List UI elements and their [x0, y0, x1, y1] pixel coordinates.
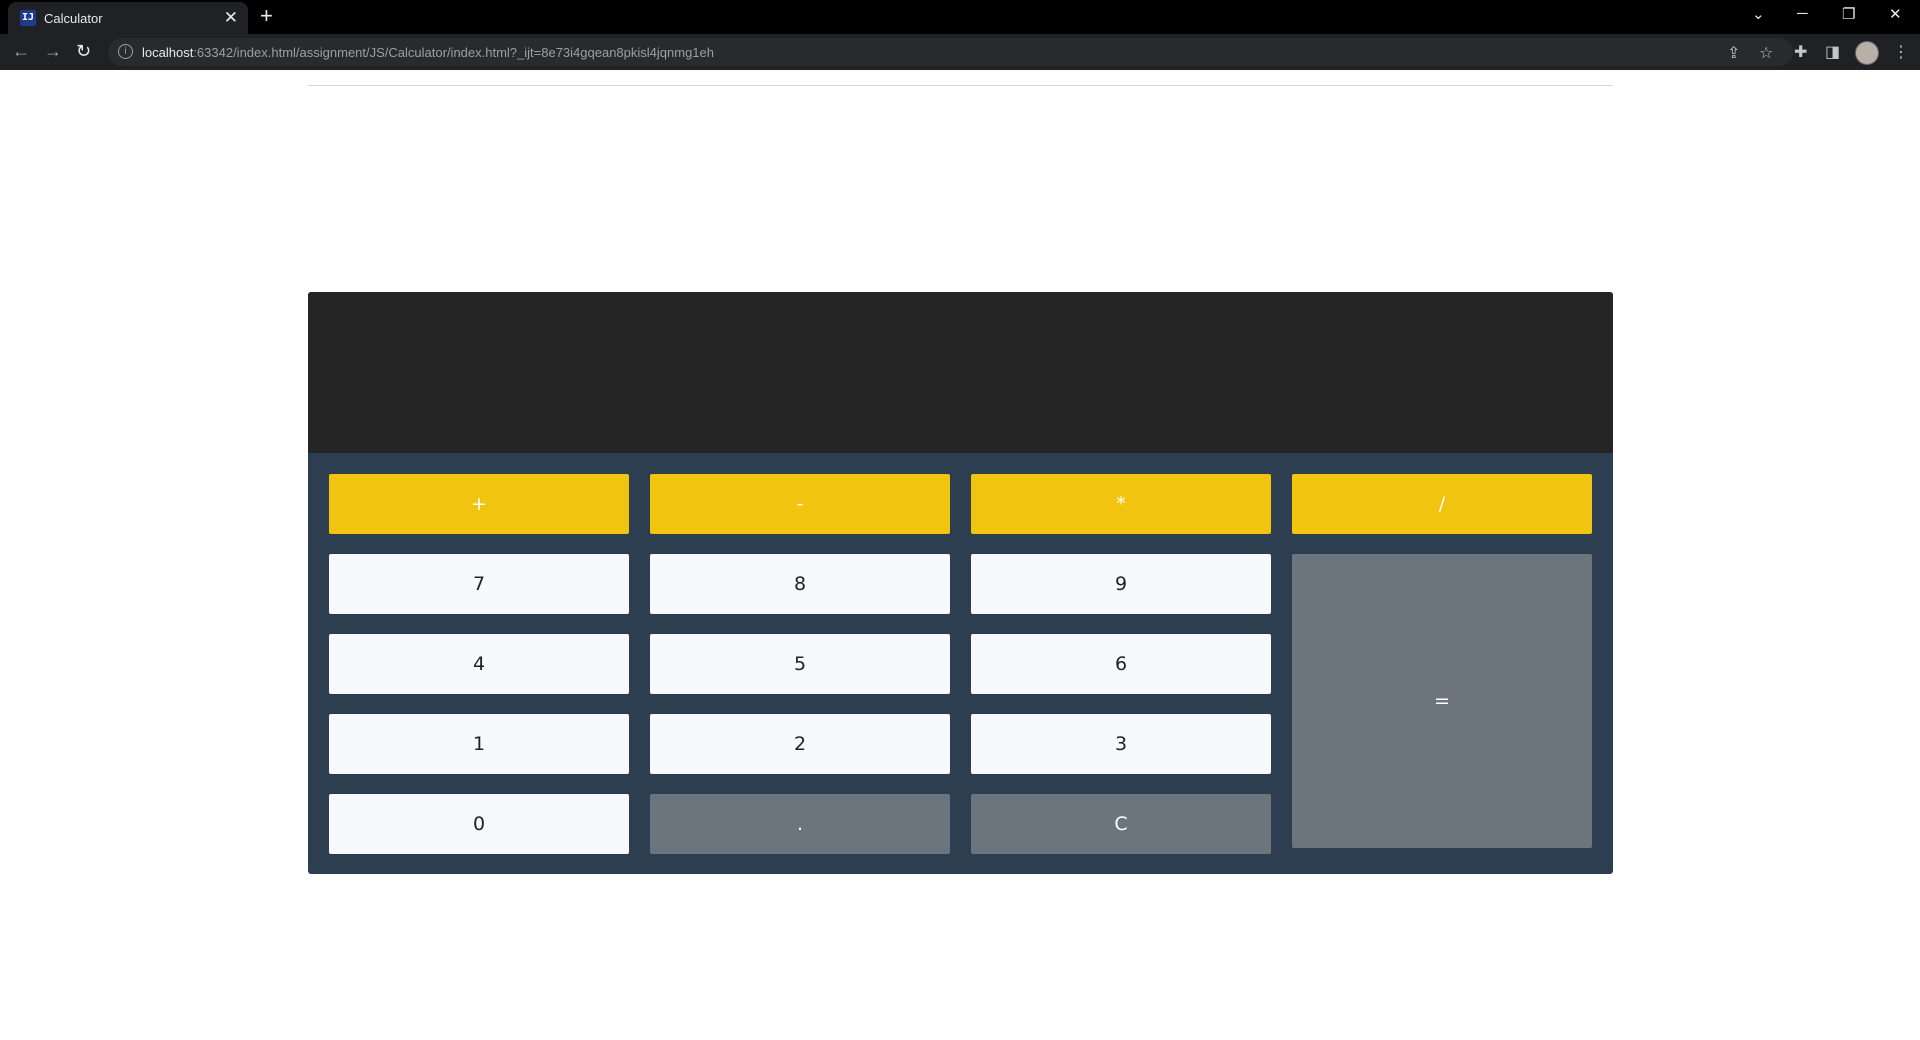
new-tab-icon[interactable]: + [260, 3, 273, 29]
calculator: + - * / 7 8 9 4 5 6 1 2 3 0 . C = [308, 292, 1613, 874]
browser-tab-bar: IJ Calculator ✕ + ⌄ ─ ❐ ✕ [0, 0, 1920, 34]
browser-tab[interactable]: IJ Calculator ✕ [8, 2, 248, 34]
digit-9-button[interactable]: 9 [971, 554, 1271, 614]
calculator-display [308, 292, 1613, 453]
digit-8-button[interactable]: 8 [650, 554, 950, 614]
bookmark-star-icon[interactable]: ☆ [1759, 43, 1773, 63]
multiply-button[interactable]: * [971, 474, 1271, 534]
address-bar[interactable]: i localhost:63342/index.html/assignment/… [108, 38, 1793, 66]
add-button[interactable]: + [329, 474, 629, 534]
extensions-icon[interactable]: ✚ [1794, 42, 1807, 62]
clear-button[interactable]: C [971, 794, 1271, 854]
digit-1-button[interactable]: 1 [329, 714, 629, 774]
back-icon[interactable]: ← [12, 41, 30, 62]
digit-7-button[interactable]: 7 [329, 554, 629, 614]
side-panel-icon[interactable]: ◨ [1825, 42, 1840, 62]
tab-title: Calculator [44, 11, 103, 26]
url-text[interactable]: localhost:63342/index.html/assignment/JS… [142, 45, 714, 60]
intellij-favicon-icon: IJ [20, 10, 36, 26]
profile-avatar[interactable] [1855, 41, 1879, 65]
divider [308, 85, 1613, 86]
site-info-icon[interactable]: i [118, 44, 133, 59]
digit-6-button[interactable]: 6 [971, 634, 1271, 694]
subtract-button[interactable]: - [650, 474, 950, 534]
digit-0-button[interactable]: 0 [329, 794, 629, 854]
restore-icon[interactable]: ❐ [1842, 5, 1855, 23]
divide-button[interactable]: / [1292, 474, 1592, 534]
menu-icon[interactable]: ⋮ [1893, 42, 1909, 62]
equals-button[interactable]: = [1292, 554, 1592, 848]
minimize-icon[interactable]: ─ [1797, 5, 1808, 22]
close-window-icon[interactable]: ✕ [1889, 5, 1902, 23]
decimal-button[interactable]: . [650, 794, 950, 854]
digit-3-button[interactable]: 3 [971, 714, 1271, 774]
tab-search-icon[interactable]: ⌄ [1752, 5, 1765, 23]
digit-4-button[interactable]: 4 [329, 634, 629, 694]
reload-icon[interactable]: ↻ [76, 41, 91, 62]
forward-icon[interactable]: → [44, 41, 62, 62]
browser-toolbar: ← → ↻ i localhost:63342/index.html/assig… [0, 34, 1920, 70]
share-icon[interactable]: ⇪ [1727, 43, 1740, 63]
digit-2-button[interactable]: 2 [650, 714, 950, 774]
close-tab-icon[interactable]: ✕ [224, 8, 238, 28]
digit-5-button[interactable]: 5 [650, 634, 950, 694]
